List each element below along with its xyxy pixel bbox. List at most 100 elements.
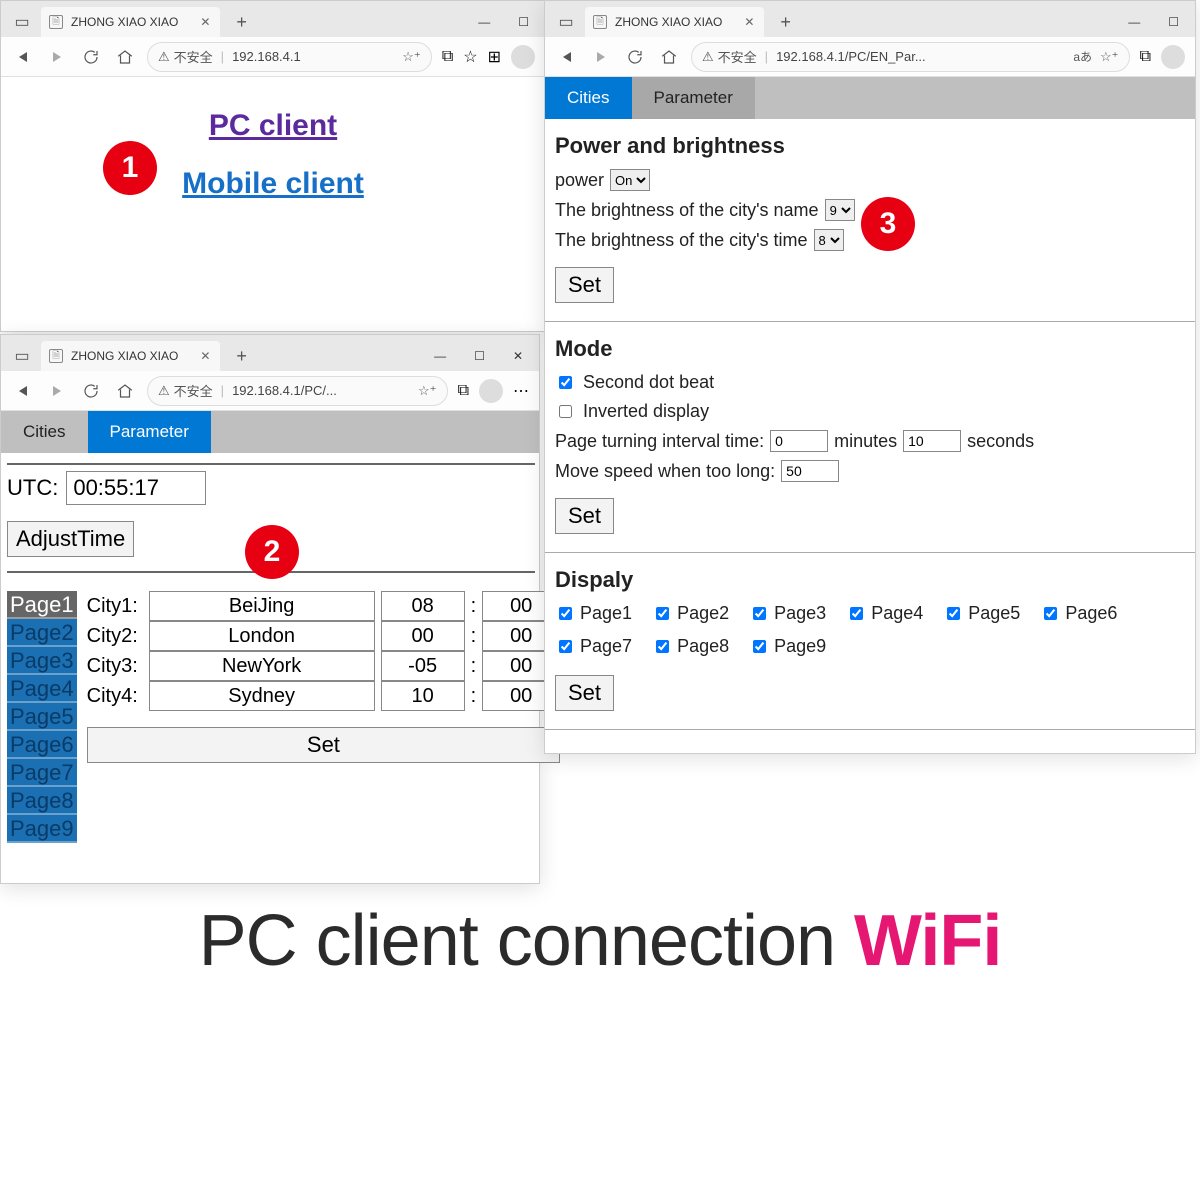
- reader-icon[interactable]: ☆⁺: [1100, 49, 1119, 65]
- display-page-checkbox[interactable]: [947, 607, 960, 620]
- profile-icon[interactable]: [479, 379, 503, 403]
- extension-icon[interactable]: ⧉: [442, 48, 453, 66]
- display-page-item[interactable]: Page3: [749, 603, 826, 624]
- display-page-item[interactable]: Page8: [652, 636, 729, 657]
- tabs-overview-icon[interactable]: ▭: [553, 9, 579, 35]
- close-tab-icon[interactable]: ✕: [186, 349, 210, 363]
- city-name-input[interactable]: [149, 591, 375, 621]
- page-nav-item[interactable]: Page4: [7, 675, 77, 703]
- tabs-overview-icon[interactable]: ▭: [9, 9, 35, 35]
- pc-client-link[interactable]: PC client: [1, 109, 545, 143]
- more-icon[interactable]: ⋯: [513, 381, 529, 401]
- close-tab-icon[interactable]: ✕: [730, 15, 754, 29]
- tab-cities[interactable]: Cities: [1, 411, 88, 453]
- profile-icon[interactable]: [1161, 45, 1185, 69]
- display-page-checkbox[interactable]: [559, 607, 572, 620]
- page-nav-item[interactable]: Page8: [7, 787, 77, 815]
- new-tab-button[interactable]: +: [226, 12, 257, 33]
- city-name-input[interactable]: [149, 621, 375, 651]
- translate-icon[interactable]: aあ: [1073, 48, 1092, 65]
- maximize-icon[interactable]: ☐: [1168, 15, 1179, 29]
- display-page-checkbox[interactable]: [753, 607, 766, 620]
- set-power-button[interactable]: Set: [555, 267, 614, 303]
- move-speed-input[interactable]: [781, 460, 839, 482]
- city-name-input[interactable]: [149, 681, 375, 711]
- inverted-checkbox[interactable]: [559, 405, 572, 418]
- set-mode-button[interactable]: Set: [555, 498, 614, 534]
- interval-min-input[interactable]: [770, 430, 828, 452]
- display-page-checkbox[interactable]: [1044, 607, 1057, 620]
- page-nav-item[interactable]: Page1: [7, 591, 77, 619]
- page-nav-item[interactable]: Page3: [7, 647, 77, 675]
- second-dot-checkbox[interactable]: [559, 376, 572, 389]
- display-page-checkbox[interactable]: [753, 640, 766, 653]
- display-page-label: Page9: [774, 636, 826, 657]
- display-page-item[interactable]: Page6: [1040, 603, 1117, 624]
- reader-icon[interactable]: ☆⁺: [402, 49, 421, 65]
- home-icon[interactable]: [113, 379, 137, 403]
- extension-icon[interactable]: ⧉: [458, 382, 469, 400]
- url-field[interactable]: ⚠ 不安全 | 192.168.4.1/PC/EN_Par... aあ ☆⁺: [691, 42, 1130, 72]
- new-tab-button[interactable]: +: [770, 12, 801, 33]
- mobile-client-link[interactable]: Mobile client: [1, 167, 545, 201]
- collections-icon[interactable]: ⊞: [488, 47, 501, 67]
- page-nav-item[interactable]: Page5: [7, 703, 77, 731]
- power-select[interactable]: On: [610, 169, 650, 191]
- display-page-checkbox[interactable]: [559, 640, 572, 653]
- display-page-checkbox[interactable]: [656, 640, 669, 653]
- utc-input[interactable]: [66, 471, 206, 505]
- page-nav-item[interactable]: Page7: [7, 759, 77, 787]
- back-icon[interactable]: [11, 379, 35, 403]
- city-tz-input[interactable]: [381, 651, 465, 681]
- browser-tab[interactable]: 🗎 ZHONG XIAO XIAO ✕: [585, 7, 764, 37]
- tab-cities[interactable]: Cities: [545, 77, 632, 119]
- refresh-icon[interactable]: [79, 45, 103, 69]
- favorites-icon[interactable]: ☆: [463, 47, 477, 67]
- set-cities-button[interactable]: Set: [87, 727, 561, 763]
- url-field[interactable]: ⚠ 不安全 | 192.168.4.1 ☆⁺: [147, 42, 432, 72]
- browser-tab[interactable]: 🗎 ZHONG XIAO XIAO ✕: [41, 341, 220, 371]
- tab-parameter[interactable]: Parameter: [632, 77, 755, 119]
- browser-tab[interactable]: 🗎 ZHONG XIAO XIAO ✕: [41, 7, 220, 37]
- display-page-item[interactable]: Page4: [846, 603, 923, 624]
- adjust-time-button[interactable]: AdjustTime: [7, 521, 134, 557]
- minimize-icon[interactable]: —: [1128, 15, 1140, 29]
- set-display-button[interactable]: Set: [555, 675, 614, 711]
- display-page-checkbox[interactable]: [656, 607, 669, 620]
- city-tz-input[interactable]: [381, 621, 465, 651]
- url-field[interactable]: ⚠ 不安全 | 192.168.4.1/PC/... ☆⁺: [147, 376, 448, 406]
- city-tz-input[interactable]: [381, 591, 465, 621]
- display-page-item[interactable]: Page7: [555, 636, 632, 657]
- back-icon[interactable]: [555, 45, 579, 69]
- tab-parameter[interactable]: Parameter: [88, 411, 211, 453]
- maximize-icon[interactable]: ☐: [518, 15, 529, 29]
- maximize-icon[interactable]: ☐: [474, 349, 485, 363]
- profile-icon[interactable]: [511, 45, 535, 69]
- home-icon[interactable]: [113, 45, 137, 69]
- city-name-input[interactable]: [149, 651, 375, 681]
- refresh-icon[interactable]: [623, 45, 647, 69]
- page-nav-item[interactable]: Page2: [7, 619, 77, 647]
- extension-icon[interactable]: ⧉: [1140, 48, 1151, 66]
- new-tab-button[interactable]: +: [226, 346, 257, 367]
- interval-sec-input[interactable]: [903, 430, 961, 452]
- display-page-item[interactable]: Page9: [749, 636, 826, 657]
- page-nav-item[interactable]: Page6: [7, 731, 77, 759]
- brightness-time-select[interactable]: 8: [814, 229, 844, 251]
- tabs-overview-icon[interactable]: ▭: [9, 343, 35, 369]
- display-page-item[interactable]: Page1: [555, 603, 632, 624]
- minimize-icon[interactable]: —: [478, 15, 490, 29]
- display-page-checkbox[interactable]: [850, 607, 863, 620]
- page-nav-item[interactable]: Page9: [7, 815, 77, 843]
- home-icon[interactable]: [657, 45, 681, 69]
- close-tab-icon[interactable]: ✕: [186, 15, 210, 29]
- display-page-item[interactable]: Page5: [943, 603, 1020, 624]
- city-tz-input[interactable]: [381, 681, 465, 711]
- minimize-icon[interactable]: —: [434, 349, 446, 363]
- refresh-icon[interactable]: [79, 379, 103, 403]
- brightness-name-select[interactable]: 9: [825, 199, 855, 221]
- close-window-icon[interactable]: ✕: [513, 349, 523, 363]
- reader-icon[interactable]: ☆⁺: [418, 383, 437, 399]
- back-icon[interactable]: [11, 45, 35, 69]
- display-page-item[interactable]: Page2: [652, 603, 729, 624]
